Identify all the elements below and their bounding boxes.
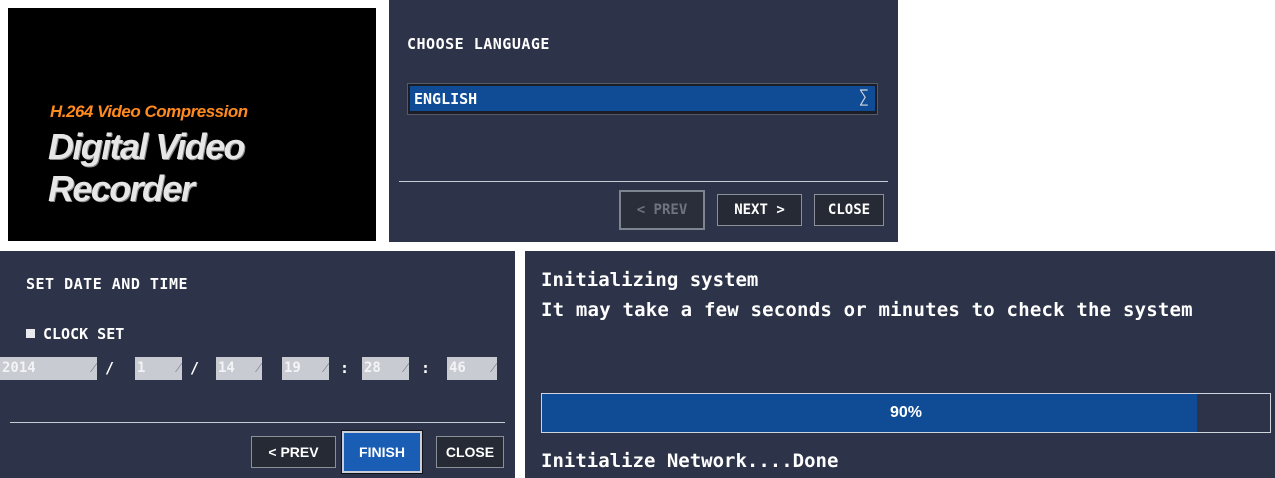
status-text: Initialize Network....Done — [541, 450, 839, 472]
splash-title: Digital Video Recorder — [48, 126, 245, 209]
spin-caret-icon: ⁄ — [324, 360, 327, 376]
init-title: Initializing system — [541, 269, 759, 291]
next-button[interactable]: NEXT > — [717, 194, 802, 226]
minute-field[interactable]: 28 ⁄ — [362, 357, 409, 380]
language-panel: CHOOSE LANGUAGE ENGLISH ∑ < PREV NEXT > … — [389, 0, 898, 242]
progress-label: 90% — [889, 404, 923, 421]
prev-button[interactable]: < PREV — [251, 436, 336, 468]
date-separator: / — [105, 359, 115, 377]
date-separator: / — [190, 359, 200, 377]
time-separator: : — [340, 359, 350, 377]
divider — [10, 422, 505, 423]
close-button[interactable]: CLOSE — [814, 194, 884, 226]
spin-caret-icon: ⁄ — [177, 360, 180, 376]
clock-set-label: CLOCK SET — [43, 325, 125, 343]
year-value: 2014 — [2, 360, 36, 376]
progress-bar: 90% — [541, 393, 1271, 433]
day-field[interactable]: 14 ⁄ — [216, 357, 262, 380]
clock-set-checkbox[interactable]: CLOCK SET — [26, 325, 124, 343]
panel-title: CHOOSE LANGUAGE — [407, 35, 550, 53]
language-select-highlight: ENGLISH ∑ — [410, 86, 875, 111]
close-button[interactable]: CLOSE — [436, 436, 504, 468]
hour-value: 19 — [284, 360, 301, 376]
second-field[interactable]: 46 ⁄ — [447, 357, 497, 380]
init-message: It may take a few seconds or minutes to … — [541, 299, 1193, 321]
month-field[interactable]: 1 ⁄ — [135, 357, 182, 380]
splash-screen: H.264 Video Compression Digital Video Re… — [8, 8, 376, 241]
language-select[interactable]: ENGLISH ∑ — [407, 83, 878, 115]
divider — [399, 181, 888, 182]
spin-caret-icon: ⁄ — [492, 360, 495, 376]
panel-title: SET DATE AND TIME — [26, 275, 189, 293]
splash-subtitle: H.264 Video Compression — [50, 102, 248, 121]
second-value: 46 — [449, 360, 466, 376]
dropdown-arrow-icon[interactable]: ∑ — [859, 87, 869, 107]
spin-caret-icon: ⁄ — [257, 360, 260, 376]
finish-button[interactable]: FINISH — [341, 430, 423, 474]
checkbox-square-icon — [26, 329, 35, 338]
hour-field[interactable]: 19 ⁄ — [282, 357, 329, 380]
prev-button[interactable]: < PREV — [619, 190, 705, 230]
initialization-panel: Initializing system It may take a few se… — [525, 251, 1275, 478]
spin-caret-icon: ⁄ — [404, 360, 407, 376]
spin-caret-icon: ⁄ — [92, 360, 95, 376]
language-select-value: ENGLISH — [414, 90, 478, 108]
year-field[interactable]: 2014 ⁄ — [0, 357, 97, 380]
day-value: 14 — [218, 360, 235, 376]
datetime-panel: SET DATE AND TIME CLOCK SET 2014 ⁄ / 1 ⁄… — [0, 251, 515, 478]
month-value: 1 — [137, 360, 146, 376]
minute-value: 28 — [364, 360, 381, 376]
time-separator: : — [421, 359, 431, 377]
